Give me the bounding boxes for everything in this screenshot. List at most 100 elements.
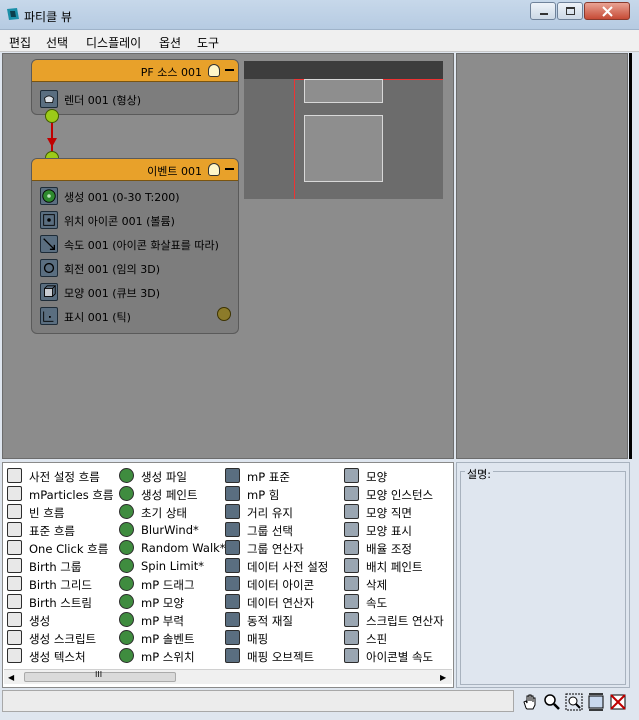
zoom-extents-icon[interactable] <box>586 692 606 712</box>
navigator-box <box>304 115 383 182</box>
operator-icon <box>225 612 240 627</box>
horizontal-scrollbar[interactable]: ◀ III ▶ <box>4 669 452 684</box>
depot-item-label: 생성 파일 <box>141 470 187 484</box>
scroll-right-icon[interactable]: ▶ <box>440 673 446 682</box>
depot-item-label: 생성 텍스처 <box>29 650 86 664</box>
operator-icon <box>119 522 134 537</box>
diagram-navigator[interactable] <box>244 61 443 199</box>
operator-icon <box>344 468 359 483</box>
depot-item-label: 모양 표시 <box>366 524 412 538</box>
node-header[interactable]: 이벤트 001 <box>32 159 238 181</box>
close-button[interactable] <box>584 2 630 20</box>
operator-row[interactable]: 렌더 001 (형상) <box>40 87 235 111</box>
restore-button[interactable] <box>557 2 583 20</box>
teapot-icon <box>40 90 58 108</box>
operator-row[interactable]: 속도 001 (아이콘 화살표를 따라) <box>40 232 235 256</box>
operator-label: 생성 001 (0-30 T:200) <box>64 191 180 204</box>
operator-row[interactable]: 모양 001 (큐브 3D) <box>40 280 235 304</box>
operator-icon <box>119 468 134 483</box>
operator-icon <box>7 558 22 573</box>
operator-row[interactable]: 회전 001 (임의 3D) <box>40 256 235 280</box>
operator-icon <box>225 540 240 555</box>
depot-item-label: 모양 <box>366 470 388 484</box>
panel-scrollbar[interactable] <box>629 53 632 459</box>
no-zoom-icon[interactable] <box>608 692 628 712</box>
parameters-panel[interactable] <box>456 53 628 459</box>
depot-item-label: 데이터 사전 설정 <box>247 560 329 574</box>
depot-item-label: Random Walk* <box>141 541 226 555</box>
depot-item-label: 매핑 <box>247 632 269 646</box>
operator-icon <box>7 576 22 591</box>
birth-icon <box>40 187 58 205</box>
operator-icon <box>7 540 22 555</box>
menu-options[interactable]: 옵션 <box>159 34 181 51</box>
output-connector[interactable] <box>45 109 59 123</box>
navigator-top <box>244 61 443 79</box>
operator-icon <box>7 486 22 501</box>
operator-icon <box>344 540 359 555</box>
operator-icon <box>119 558 134 573</box>
operator-icon <box>225 576 240 591</box>
operator-row[interactable]: 위치 아이콘 001 (볼륨) <box>40 208 235 232</box>
operator-icon <box>7 522 22 537</box>
operator-row[interactable]: 생성 001 (0-30 T:200) <box>40 184 235 208</box>
menu-display[interactable]: 디스플레이 <box>86 34 141 51</box>
operator-icon <box>344 504 359 519</box>
operator-icon <box>7 594 22 609</box>
description-label: 설명: <box>465 466 493 482</box>
wire-arrow <box>47 138 57 147</box>
operator-icon <box>225 558 240 573</box>
operator-label: 위치 아이콘 001 (볼륨) <box>64 215 175 228</box>
operator-icon <box>7 630 22 645</box>
operator-depot[interactable]: 사전 설정 흐름 mParticles 흐름 빈 흐름 표준 흐름 One Click … <box>2 462 454 688</box>
zoom-icon[interactable] <box>542 692 562 712</box>
operator-icon <box>119 486 134 501</box>
operator-icon <box>7 504 22 519</box>
event-node[interactable]: 이벤트 001 생성 001 (0-30 T:200) 위치 아이콘 001 (… <box>31 158 239 334</box>
light-bulb-icon[interactable] <box>208 163 220 176</box>
pf-source-node[interactable]: PF 소스 001 렌더 001 (형상) <box>31 59 239 115</box>
node-title: PF 소스 001 <box>140 66 202 79</box>
scroll-left-icon[interactable]: ◀ <box>8 673 14 682</box>
depot-item-label: BlurWind* <box>141 523 199 537</box>
operator-icon <box>344 648 359 663</box>
output-connector[interactable] <box>217 307 231 321</box>
operator-label: 렌더 001 (형상) <box>64 94 142 107</box>
depot-item-label: Birth 그룹 <box>29 560 82 574</box>
operator-icon <box>119 648 134 663</box>
shape-icon <box>40 283 58 301</box>
operator-icon <box>344 486 359 501</box>
menu-select[interactable]: 선택 <box>46 34 68 51</box>
scroll-thumb[interactable]: III <box>24 670 176 682</box>
depot-item-label: 배치 페인트 <box>366 560 423 574</box>
operator-icon <box>344 612 359 627</box>
menu-edit[interactable]: 편집 <box>9 34 31 51</box>
pan-icon[interactable] <box>520 692 540 712</box>
zoom-region-icon[interactable] <box>564 692 584 712</box>
operator-icon <box>344 630 359 645</box>
operator-icon <box>344 558 359 573</box>
restore-icon <box>566 7 575 15</box>
depot-item-label: 데이터 연산자 <box>247 596 315 610</box>
depot-item-label: 생성 페인트 <box>141 488 198 502</box>
operator-icon <box>119 594 134 609</box>
depot-item-label: 그룹 선택 <box>247 524 293 538</box>
collapse-icon[interactable] <box>225 168 234 170</box>
depot-item-label: 생성 스크립트 <box>29 632 97 646</box>
operator-row[interactable]: 표시 001 (틱) <box>40 304 235 328</box>
operator-icon <box>7 648 22 663</box>
node-header[interactable]: PF 소스 001 <box>32 60 238 82</box>
display-icon <box>40 307 58 325</box>
depot-item-label: 동적 재질 <box>247 614 293 628</box>
operator-label: 표시 001 (틱) <box>64 311 131 324</box>
depot-item-label: mParticles 흐름 <box>29 488 114 502</box>
collapse-icon[interactable] <box>225 69 234 71</box>
position-icon <box>40 211 58 229</box>
depot-item-label: 매핑 오브젝트 <box>247 650 315 664</box>
particle-diagram-canvas[interactable]: PF 소스 001 렌더 001 (형상) 이벤트 001 생성 001 (0-… <box>2 53 454 459</box>
light-bulb-icon[interactable] <box>208 64 220 77</box>
menu-tools[interactable]: 도구 <box>197 34 219 51</box>
depot-item-label: 아이콘별 속도 <box>366 650 434 664</box>
operator-icon <box>225 648 240 663</box>
minimize-button[interactable] <box>530 2 556 20</box>
